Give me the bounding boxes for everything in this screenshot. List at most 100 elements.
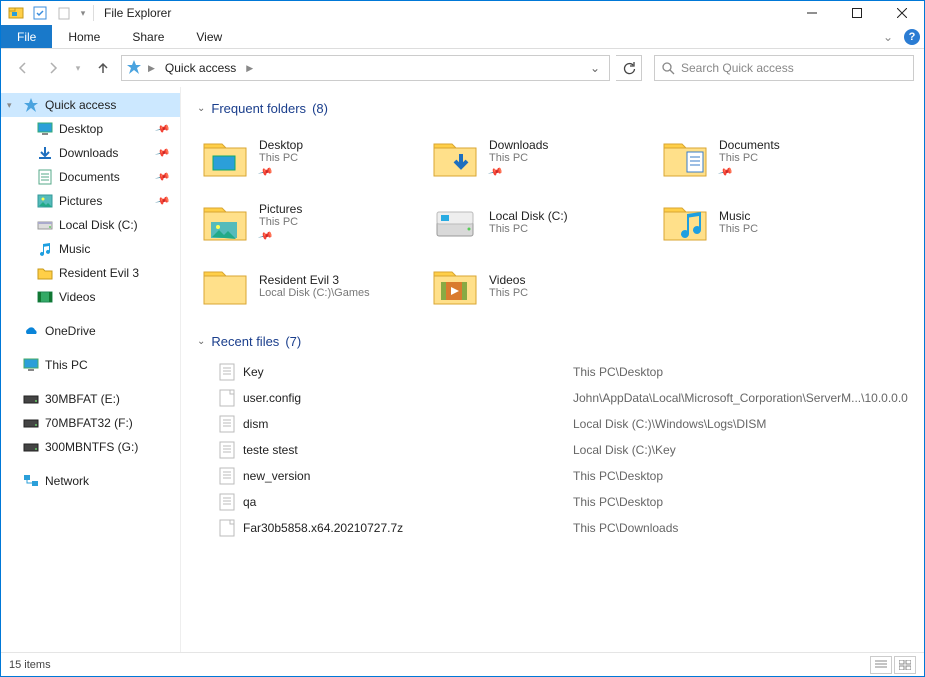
nav-label: OneDrive (45, 324, 96, 338)
nav-label: This PC (45, 358, 88, 372)
minimize-button[interactable] (789, 1, 834, 25)
details-view-button[interactable] (870, 656, 892, 674)
file-path: This PC\Desktop (573, 469, 663, 483)
videos-folder-icon (431, 262, 479, 310)
address-bar[interactable]: ▶ Quick access ▶ ⌄ (121, 55, 610, 81)
pin-icon: 📌 (257, 229, 273, 245)
frequent-folders-header[interactable]: ⌄ Frequent folders (8) (197, 101, 908, 116)
chevron-right-icon[interactable]: ▶ (146, 63, 157, 74)
refresh-button[interactable] (616, 55, 642, 81)
nav-quick-access[interactable]: ▾ Quick access (1, 93, 180, 117)
qat-properties[interactable] (29, 2, 51, 24)
nav-item-local-disk-c-[interactable]: Local Disk (C:) (1, 213, 180, 237)
nav-item-documents[interactable]: Documents📌 (1, 165, 180, 189)
nav-label: 30MBFAT (E:) (45, 392, 120, 406)
nav-item-videos[interactable]: Videos (1, 285, 180, 309)
pin-icon: 📌 (717, 165, 733, 181)
chevron-down-icon[interactable]: ⌄ (197, 336, 205, 347)
this-pc-icon (23, 357, 39, 373)
folder-path: This PC (489, 152, 548, 164)
close-button[interactable] (879, 1, 924, 25)
file-icon (217, 362, 237, 382)
file-row[interactable]: Far30b5858.x64.20210727.7zThis PC\Downlo… (197, 515, 908, 541)
file-row[interactable]: teste stestLocal Disk (C:)\Key (197, 437, 908, 463)
desktop-folder-icon (201, 134, 249, 182)
forward-button[interactable] (41, 56, 65, 80)
pin-icon: 📌 (154, 193, 170, 209)
window-title: File Explorer (104, 6, 171, 20)
thumbnails-view-button[interactable] (894, 656, 916, 674)
tab-home[interactable]: Home (52, 25, 116, 48)
nav-label: Resident Evil 3 (59, 266, 139, 280)
file-path: John\AppData\Local\Microsoft_Corporation… (573, 391, 908, 405)
documents-folder-icon (661, 134, 709, 182)
folder-item[interactable]: VideosThis PC (427, 254, 657, 318)
qat-newfolder[interactable] (53, 2, 75, 24)
nav-drive[interactable]: 70MBFAT32 (F:) (1, 411, 180, 435)
ribbon-expand-icon[interactable]: ⌄ (876, 25, 900, 48)
folder-name: Desktop (259, 138, 303, 152)
qat-caret[interactable]: ▾ (77, 2, 89, 24)
file-path: This PC\Desktop (573, 495, 663, 509)
folder-item[interactable]: DocumentsThis PC📌 (657, 126, 887, 190)
folder-item[interactable]: DesktopThis PC📌 (197, 126, 427, 190)
nav-label: Local Disk (C:) (59, 218, 138, 232)
nav-this-pc[interactable]: This PC (1, 353, 180, 377)
chevron-down-icon[interactable]: ▾ (7, 100, 12, 111)
nav-item-downloads[interactable]: Downloads📌 (1, 141, 180, 165)
nav-item-desktop[interactable]: Desktop📌 (1, 117, 180, 141)
file-row[interactable]: user.configJohn\AppData\Local\Microsoft_… (197, 385, 908, 411)
nav-label: Quick access (45, 98, 116, 112)
nav-item-music[interactable]: Music (1, 237, 180, 261)
recent-files-header[interactable]: ⌄ Recent files (7) (197, 334, 908, 349)
nav-label: 300MBNTFS (G:) (45, 440, 138, 454)
nav-label: Pictures (59, 194, 102, 208)
section-label: Frequent folders (211, 101, 306, 116)
nav-item-pictures[interactable]: Pictures 📌 (1, 189, 180, 213)
drive-icon (23, 391, 39, 407)
folder-item[interactable]: MusicThis PC (657, 190, 887, 254)
nav-item-resident-evil-3[interactable]: Resident Evil 3 (1, 261, 180, 285)
tab-view[interactable]: View (180, 25, 238, 48)
file-icon (217, 466, 237, 486)
folder-large-icon (201, 262, 249, 310)
folder-path: This PC (719, 152, 780, 164)
app-icon[interactable] (5, 2, 27, 24)
folder-item[interactable]: PicturesThis PC📌 (197, 190, 427, 254)
nav-onedrive[interactable]: OneDrive (1, 319, 180, 343)
search-input[interactable] (681, 61, 907, 75)
chevron-right-icon[interactable]: ▶ (244, 63, 255, 74)
frequent-folders-grid: DesktopThis PC📌DownloadsThis PC📌Document… (197, 126, 908, 318)
file-path: This PC\Downloads (573, 521, 678, 535)
nav-label: Network (45, 474, 89, 488)
file-icon (217, 492, 237, 512)
music-icon (37, 241, 53, 257)
recent-locations-button[interactable]: ▾ (71, 56, 85, 80)
file-row[interactable]: new_versionThis PC\Desktop (197, 463, 908, 489)
breadcrumb[interactable]: Quick access (161, 61, 240, 75)
folder-item[interactable]: DownloadsThis PC📌 (427, 126, 657, 190)
maximize-button[interactable] (834, 1, 879, 25)
nav-network[interactable]: Network (1, 469, 180, 493)
ribbon: File Home Share View ⌄ ? (1, 25, 924, 49)
status-bar: 15 items (1, 652, 924, 676)
nav-drive[interactable]: 300MBNTFS (G:) (1, 435, 180, 459)
up-button[interactable] (91, 56, 115, 80)
nav-drive[interactable]: 30MBFAT (E:) (1, 387, 180, 411)
section-count: (8) (312, 101, 328, 116)
help-button[interactable]: ? (900, 25, 924, 48)
address-dropdown-icon[interactable]: ⌄ (585, 61, 605, 75)
file-name: Far30b5858.x64.20210727.7z (243, 521, 573, 535)
search-box[interactable] (654, 55, 914, 81)
folder-item[interactable]: Local Disk (C:)This PC (427, 190, 657, 254)
chevron-down-icon[interactable]: ⌄ (197, 103, 205, 114)
folder-name: Downloads (489, 138, 548, 152)
file-row[interactable]: KeyThis PC\Desktop (197, 359, 908, 385)
folder-path: This PC (719, 223, 758, 235)
file-row[interactable]: qaThis PC\Desktop (197, 489, 908, 515)
file-row[interactable]: dismLocal Disk (C:)\Windows\Logs\DISM (197, 411, 908, 437)
folder-item[interactable]: Resident Evil 3Local Disk (C:)\Games (197, 254, 427, 318)
file-tab[interactable]: File (1, 25, 52, 48)
back-button[interactable] (11, 56, 35, 80)
tab-share[interactable]: Share (116, 25, 180, 48)
